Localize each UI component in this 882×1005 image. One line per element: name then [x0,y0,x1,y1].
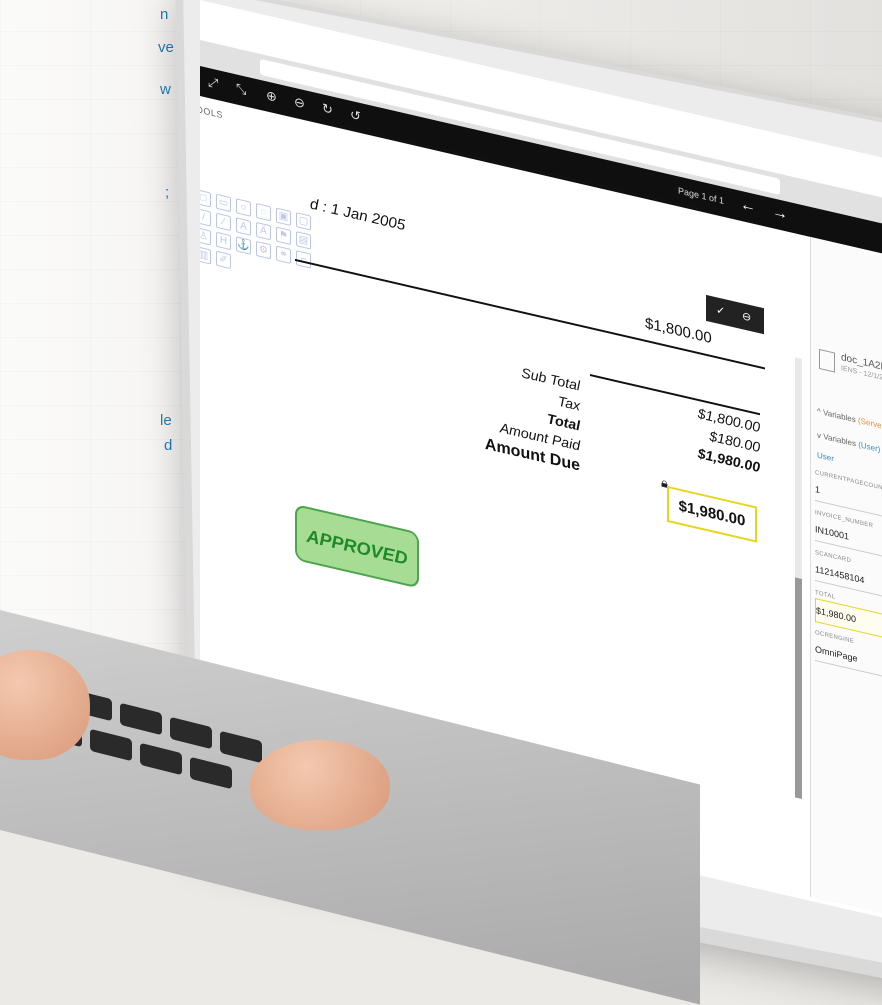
side-text-line: d [164,437,173,454]
variables-user-toggle[interactable]: v Variables (User) [817,430,880,454]
side-text-line: ve [158,39,174,56]
heading-tool-icon[interactable]: H [216,231,231,251]
invoice-date: d : 1 Jan 2005 [310,195,406,235]
expand-icon[interactable]: ⤢ [208,74,218,92]
confirm-icon[interactable]: ✓ [716,303,725,318]
link-tool-icon[interactable]: ⚭ [276,245,291,265]
settings-tool-icon[interactable]: ⚙ [256,240,271,260]
signature-tool-icon[interactable]: ✐ [216,250,231,270]
zoom-out-icon[interactable]: ⊖ [294,94,305,113]
shape-tool-icon[interactable]: ▢ [296,212,311,231]
redact-tool-icon[interactable]: ▣ [276,207,291,227]
approved-stamp[interactable]: APPROVED [295,503,419,589]
side-text-line: w [160,81,171,98]
document-icon [819,348,835,373]
zoom-in-icon[interactable]: ⊕ [266,87,277,106]
side-text-line: ; [165,184,170,201]
brush-tool-icon[interactable]: ∕ [216,212,231,232]
cancel-icon[interactable]: ⊖ [742,309,751,324]
chevron-down-icon: v [817,430,821,441]
annotation-tool-palette: □ ▭ ○ ◌ ▣ ▢ ✎ / ∕ A Ä ⚑ ▤ ▨ ♙ H ⚓ ⚙ ⚭ ⌐ … [200,184,311,286]
variables-user-tag: (User) [858,439,881,455]
highlight-tool-icon[interactable]: ▭ [216,193,231,213]
rotate-right-icon[interactable]: ↻ [322,100,333,119]
hand [250,740,390,830]
amount-due-highlight[interactable]: $1,980.00 [667,485,757,543]
arrow-left-icon[interactable]: ← [740,196,756,218]
image-tool-icon[interactable]: ▤ [296,231,311,250]
callout-tool-icon[interactable]: Ä [256,221,271,241]
user-subheading: User [817,450,834,464]
variables-user-label: Variables [823,431,856,449]
annotation-action-bar: ✓ ⊖ [706,294,764,335]
variables-server-toggle[interactable]: ^ Variables (Server) [817,406,882,431]
document-rule [295,258,765,370]
side-text-line: n [160,6,169,23]
tools-label: TOOLS [200,102,223,121]
stamp-tool-icon[interactable]: ⚑ [276,226,291,246]
variables-server-tag: (Server) [858,415,882,432]
shrink-icon[interactable]: ⤡ [236,80,246,98]
chevron-up-icon: ^ [817,406,821,417]
text-tool-icon[interactable]: A [236,217,251,236]
field-value[interactable]: OmniPage [815,637,882,698]
barcode-tool-icon[interactable]: ▥ [200,246,211,265]
pen-tool-icon[interactable]: / [200,208,211,227]
document-scrollbar[interactable] [795,357,802,799]
cloud-tool-icon[interactable]: ◌ [256,202,271,222]
rotate-left-icon[interactable]: ↺ [350,107,361,126]
user-tool-icon[interactable]: ♙ [200,227,211,246]
variables-server-label: Variables [823,407,856,425]
side-text-line: le [160,412,172,429]
rectangle-tool-icon[interactable]: □ [200,189,211,208]
scroll-thumb[interactable] [795,577,802,799]
ellipse-tool-icon[interactable]: ○ [236,198,251,217]
arrow-right-icon[interactable]: → [772,203,788,225]
anchor-tool-icon[interactable]: ⚓ [236,236,251,255]
page-indicator: Page 1 of 1 [678,185,725,206]
